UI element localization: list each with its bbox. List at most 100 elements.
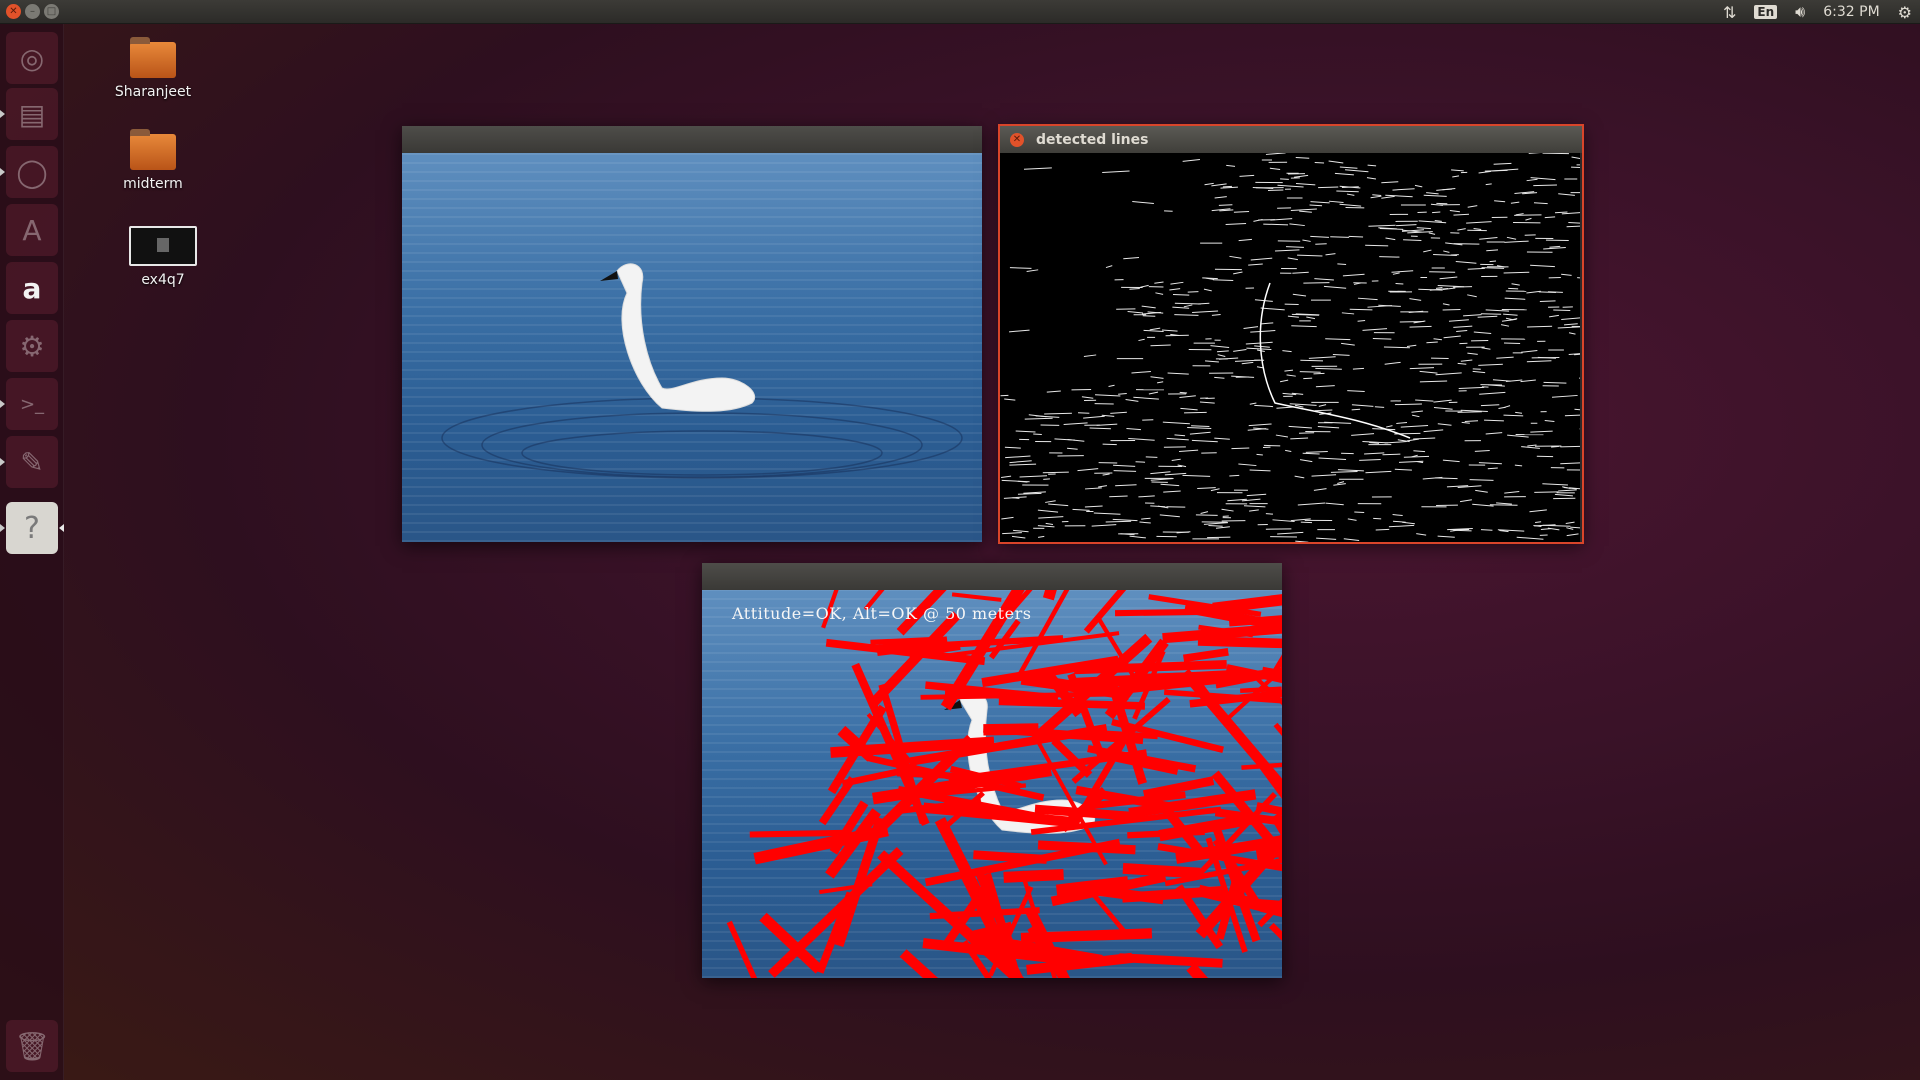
edge-segment — [1409, 367, 1435, 370]
edge-segment — [1297, 254, 1323, 257]
edge-segment — [1504, 491, 1520, 494]
edge-segment — [1167, 372, 1189, 375]
hough-result-window[interactable]: Attitude=OK, Alt=OK @ 50 meters — [702, 563, 1282, 978]
edge-segment — [1234, 359, 1261, 362]
desktop-folder-sharanjeet[interactable]: Sharanjeet — [98, 37, 208, 100]
desktop-folder-midterm[interactable]: midterm — [98, 129, 208, 192]
gear-icon[interactable]: ⚙ — [1898, 3, 1912, 22]
edge-segment — [1571, 166, 1580, 168]
keyboard-layout-indicator[interactable]: En — [1754, 5, 1778, 19]
source-image — [402, 153, 982, 542]
detected-lines-window[interactable]: ✕ detected lines — [998, 124, 1584, 544]
folder-icon — [130, 37, 176, 78]
edge-segment — [1184, 411, 1207, 414]
maximize-icon[interactable]: □ — [44, 4, 59, 19]
edge-segment — [1095, 394, 1121, 397]
edge-segment — [1487, 467, 1498, 470]
launcher-item-amazon[interactable]: a — [6, 262, 58, 314]
edge-segment — [1515, 411, 1523, 414]
hough-line — [1127, 828, 1205, 839]
edge-segment — [1521, 349, 1538, 353]
edge-segment — [1406, 344, 1417, 348]
edge-segment — [1159, 514, 1180, 518]
edge-segment — [1453, 243, 1480, 245]
hough-line — [1268, 922, 1282, 941]
edge-segment — [1131, 370, 1151, 374]
window-titlebar[interactable] — [402, 126, 982, 153]
edge-segment — [1544, 216, 1556, 219]
edge-segment — [1501, 318, 1517, 322]
window-titlebar[interactable] — [702, 563, 1282, 590]
edge-segment — [1481, 267, 1505, 269]
edge-segment — [1191, 425, 1210, 428]
edge-segment — [1280, 178, 1289, 180]
edge-segment — [1172, 293, 1190, 296]
close-icon[interactable]: ✕ — [6, 4, 21, 19]
minimize-icon[interactable]: – — [25, 4, 40, 19]
edge-segment — [1229, 474, 1240, 477]
edge-segment — [1384, 361, 1401, 365]
edge-segment — [1233, 210, 1250, 213]
edge-segment — [1574, 408, 1580, 411]
edge-segment — [1261, 322, 1274, 325]
edge-segment — [1423, 194, 1447, 197]
edge-segment — [1325, 253, 1336, 256]
volume-icon[interactable]: 🔊︎ — [1795, 2, 1805, 22]
edge-segment — [1277, 184, 1304, 188]
window-controls: ✕ – □ — [6, 4, 59, 19]
edge-segment — [1433, 407, 1453, 410]
edge-segment — [1392, 272, 1400, 275]
edge-segment — [1287, 315, 1299, 318]
edge-segment — [1187, 426, 1212, 430]
edge-segment — [1474, 449, 1490, 452]
edge-segment — [1238, 238, 1252, 242]
edge-segment — [1504, 240, 1529, 243]
edge-segment — [1577, 277, 1580, 279]
launcher-item-software-center[interactable]: A — [6, 204, 58, 256]
launcher-item-system-settings[interactable]: ⚙ — [6, 320, 58, 372]
source-image-window[interactable] — [402, 126, 982, 542]
launcher-item-trash[interactable]: 🗑︎ — [6, 1020, 58, 1072]
edge-segment — [1328, 200, 1344, 203]
edge-segment — [1063, 422, 1088, 425]
edge-segment — [1473, 227, 1482, 231]
close-icon[interactable]: ✕ — [1010, 132, 1024, 147]
edge-segment — [1129, 288, 1140, 290]
edge-segment — [1413, 437, 1436, 440]
edge-segment — [1210, 488, 1220, 492]
edge-segment — [1466, 221, 1492, 224]
edge-segment — [1045, 522, 1054, 525]
edge-segment — [1437, 535, 1455, 538]
edge-segment — [1561, 317, 1580, 320]
network-transfer-icon[interactable]: ⇅ — [1723, 3, 1736, 22]
edge-segment — [1381, 181, 1399, 184]
launcher-item-files[interactable]: ▤ — [6, 88, 58, 140]
edge-segment — [1315, 385, 1335, 388]
edge-segment — [1362, 440, 1389, 444]
desktop-file-ex4q7[interactable]: ex4q7 — [108, 226, 218, 288]
edge-segment — [1394, 403, 1422, 406]
launcher-item-dash-home[interactable]: ◎ — [6, 32, 58, 84]
launcher-item-terminal[interactable]: >_ — [6, 378, 58, 430]
edge-segment — [1365, 470, 1392, 474]
edge-segment — [1002, 532, 1022, 535]
edge-segment — [1542, 483, 1568, 486]
launcher-item-browser[interactable]: ◯ — [6, 146, 58, 198]
status-overlay-text: Attitude=OK, Alt=OK @ 50 meters — [732, 604, 1032, 623]
launcher-item-unknown-app[interactable]: ? — [6, 502, 58, 554]
window-title: detected lines — [1036, 131, 1149, 148]
edge-segment — [1334, 172, 1354, 176]
edge-segment — [1415, 399, 1434, 402]
edge-segment — [1357, 297, 1378, 301]
edge-segment — [1561, 212, 1580, 215]
edge-segment — [1216, 350, 1229, 353]
edge-segment — [1560, 462, 1580, 465]
edge-segment — [1285, 246, 1304, 248]
edge-segment — [1306, 316, 1316, 320]
edge-segment — [1448, 319, 1469, 322]
launcher-item-text-editor[interactable]: ✎ — [6, 436, 58, 488]
window-titlebar[interactable]: ✕ detected lines — [1000, 126, 1582, 153]
edge-segment — [1520, 379, 1536, 383]
clock[interactable]: 6:32 PM — [1823, 4, 1879, 20]
edge-segment — [1141, 305, 1156, 309]
